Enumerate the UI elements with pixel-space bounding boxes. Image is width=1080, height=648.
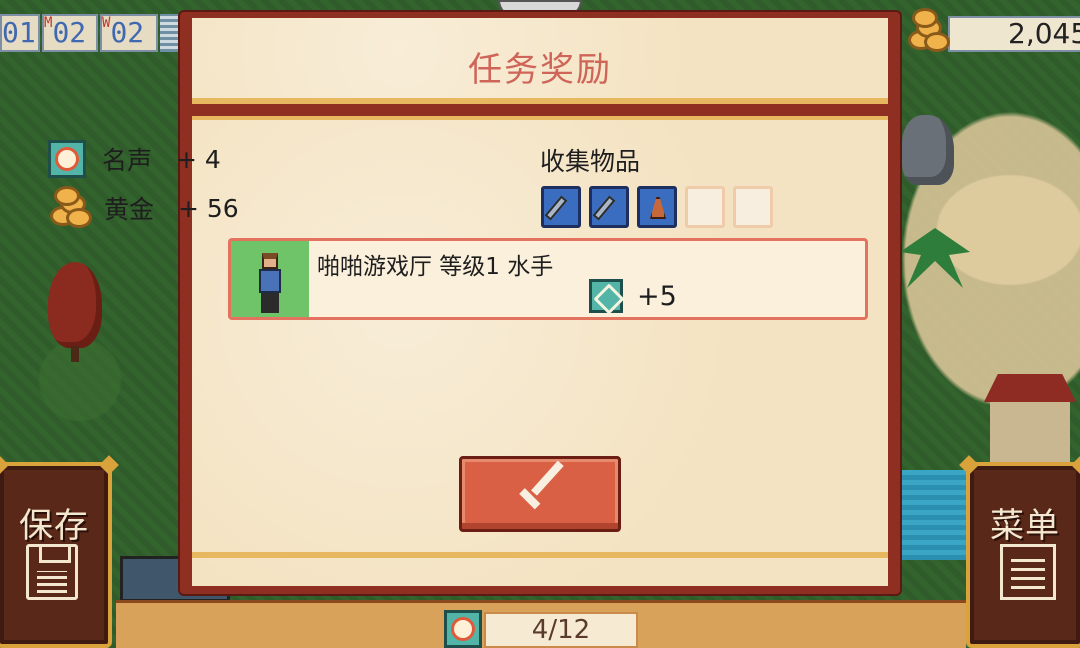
character-info: 啪啪游戏厅 等级1 水手 <box>317 254 554 280</box>
fame-icon <box>444 610 482 648</box>
item-slot-tool[interactable] <box>541 186 581 228</box>
date-day: 01 <box>0 14 40 52</box>
gold-counter: 2,045 <box>900 8 1080 52</box>
map-tree <box>48 262 102 362</box>
item-slot-empty <box>685 186 725 228</box>
map-rock <box>902 115 954 185</box>
date-week: W02 <box>100 14 158 52</box>
collect-items-title: 收集物品 <box>540 147 641 176</box>
character-reward-card: 啪啪游戏厅 等级1 水手 +5 <box>228 238 868 320</box>
quest-progress-text: 4/12 <box>531 615 591 645</box>
tool-icon <box>544 195 568 221</box>
document-icon <box>1000 544 1056 600</box>
dialog-title: 任务奖励 <box>468 50 612 90</box>
menu-button-label: 菜单 <box>990 506 1060 546</box>
date-month-value: 02 <box>52 16 87 49</box>
gold-value-box: 2,045 <box>948 16 1080 52</box>
gold-value: 2,045 <box>1008 17 1080 50</box>
gold-label: 黄金 <box>104 195 155 224</box>
dialog-header: 任务奖励 <box>192 18 888 104</box>
quest-progress: 4/12 <box>484 612 638 648</box>
skill-icon <box>589 279 623 313</box>
tool-icon <box>592 195 616 221</box>
fame-label: 名声 <box>102 146 153 175</box>
fame-value: + 4 <box>176 144 221 174</box>
item-slot-tool[interactable] <box>589 186 629 228</box>
gold-reward-value: + 56 <box>178 193 239 223</box>
check-icon <box>522 475 564 503</box>
date-week-value: 02 <box>110 16 145 49</box>
coin-stack-icon <box>48 186 94 230</box>
sailor-portrait-icon <box>231 241 309 317</box>
coin-stack-icon <box>904 8 950 52</box>
date-day-value: 01 <box>2 16 36 49</box>
fame-icon <box>48 140 86 178</box>
map-hut[interactable] <box>990 392 1070 462</box>
confirm-button[interactable] <box>459 456 621 532</box>
item-slot-empty <box>733 186 773 228</box>
save-button[interactable]: 保存 <box>0 455 119 648</box>
menu-button[interactable]: 菜单 <box>959 455 1080 648</box>
save-button-label: 保存 <box>19 506 89 546</box>
gold-reward-row: 黄金 + 56 <box>48 186 239 230</box>
item-slot-bell[interactable] <box>637 186 677 228</box>
fame-reward-row: 名声 + 4 <box>48 140 221 178</box>
date-month: M02 <box>42 14 98 52</box>
bell-icon <box>650 197 666 219</box>
sailor-sprite <box>257 253 283 313</box>
floppy-disk-icon <box>26 544 78 600</box>
skill-gain-value: +5 <box>637 281 677 312</box>
